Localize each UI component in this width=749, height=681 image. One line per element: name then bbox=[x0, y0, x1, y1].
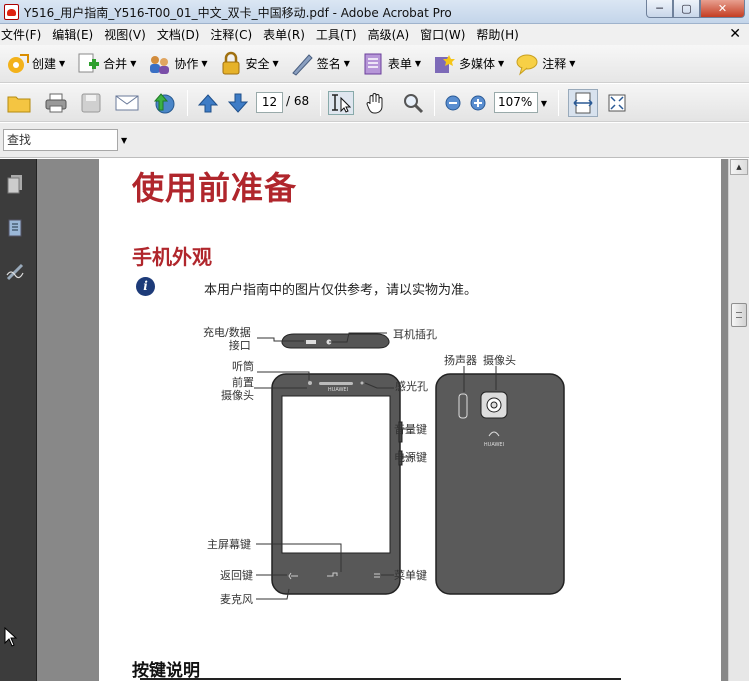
section-heading: 手机外观 bbox=[132, 245, 212, 269]
signatures-panel-icon[interactable] bbox=[6, 261, 24, 283]
window-title: Y516_用户指南_Y516-T00_01_中文_双卡_中国移动.pdf - A… bbox=[24, 6, 452, 20]
select-text-tool-icon[interactable] bbox=[328, 91, 354, 115]
document-close-icon[interactable]: ✕ bbox=[729, 26, 741, 42]
mouse-cursor-icon bbox=[4, 626, 18, 647]
label-speaker: 扬声器 bbox=[444, 354, 477, 367]
acrobat-app-icon[interactable] bbox=[4, 4, 19, 20]
minimize-button[interactable]: ─ bbox=[646, 0, 673, 18]
collaborate-label: 协作 bbox=[174, 57, 199, 71]
menu-forms[interactable]: 表单(R) bbox=[262, 26, 309, 43]
print-icon[interactable] bbox=[43, 91, 69, 115]
comment-label: 注释 bbox=[542, 57, 567, 71]
find-options-dropdown-icon[interactable]: ▼ bbox=[121, 136, 127, 145]
back-brand-text: HUAWEI bbox=[484, 442, 504, 448]
find-bar: 查找 ▼ bbox=[0, 123, 749, 158]
form-icon bbox=[360, 51, 386, 77]
forms-label: 表单 bbox=[387, 57, 412, 71]
combine-button[interactable]: 合并 ▼ bbox=[75, 51, 136, 77]
collaborate-icon bbox=[146, 51, 172, 77]
menu-document[interactable]: 文档(D) bbox=[156, 26, 204, 43]
create-button[interactable]: 创建 ▼ bbox=[4, 51, 65, 77]
find-input[interactable]: 查找 bbox=[3, 129, 118, 151]
label-camera: 摄像头 bbox=[483, 354, 516, 367]
menu-view[interactable]: 视图(V) bbox=[103, 26, 150, 43]
menu-file[interactable]: 文件(F) bbox=[0, 26, 45, 43]
close-button[interactable]: ✕ bbox=[700, 0, 745, 18]
front-brand-text: HUAWEI bbox=[328, 387, 348, 393]
label-microphone: 麦克风 bbox=[220, 593, 253, 606]
combine-label: 合并 bbox=[103, 57, 128, 71]
create-pdf-icon bbox=[4, 51, 30, 77]
info-icon: i bbox=[136, 277, 155, 296]
navigation-pane bbox=[0, 159, 37, 681]
previous-page-icon[interactable] bbox=[195, 91, 221, 115]
pen-icon bbox=[289, 51, 315, 77]
open-folder-icon[interactable] bbox=[6, 91, 32, 115]
task-toolbar: 创建 ▼ 合并 ▼ 协作 ▼ 安全 ▼ 签名 ▼ 表单 ▼ 多媒体 ▼ 注释 ▼ bbox=[0, 45, 749, 83]
menu-tools[interactable]: 工具(T) bbox=[315, 26, 361, 43]
zoom-level-input[interactable]: 107% bbox=[494, 92, 538, 113]
lock-icon bbox=[218, 51, 244, 77]
note-text: 本用户指南中的图片仅供参考，请以实物为准。 bbox=[204, 283, 478, 298]
window-controls: ─ ▢ ✕ bbox=[646, 0, 745, 18]
menu-comments[interactable]: 注释(C) bbox=[209, 26, 256, 43]
menu-window[interactable]: 窗口(W) bbox=[419, 26, 469, 43]
full-screen-icon[interactable] bbox=[604, 91, 630, 115]
label-front-camera: 前置 摄像头 bbox=[221, 376, 254, 402]
page-number-input[interactable]: 12 bbox=[256, 92, 283, 113]
menu-edit[interactable]: 编辑(E) bbox=[51, 26, 97, 43]
collaborate-button[interactable]: 协作 ▼ bbox=[146, 51, 208, 77]
next-page-icon[interactable] bbox=[225, 91, 251, 115]
create-label: 创建 bbox=[32, 57, 57, 71]
label-light-sensor: 感光孔 bbox=[395, 380, 428, 393]
scroll-thumb[interactable] bbox=[731, 303, 747, 327]
label-menu-key: 菜单键 bbox=[394, 569, 427, 582]
zoom-in-icon[interactable] bbox=[465, 91, 491, 115]
label-volume-key: 音量键 bbox=[394, 423, 427, 436]
comment-icon bbox=[514, 51, 540, 77]
pages-panel-icon[interactable] bbox=[6, 173, 24, 195]
hand-tool-icon[interactable] bbox=[362, 91, 388, 115]
secure-label: 安全 bbox=[245, 57, 270, 71]
label-back-key: 返回键 bbox=[220, 569, 253, 582]
marquee-zoom-icon[interactable] bbox=[400, 91, 426, 115]
fit-width-icon[interactable] bbox=[568, 89, 598, 117]
page-heading: 使用前准备 bbox=[132, 169, 298, 207]
menu-help[interactable]: 帮助(H) bbox=[475, 26, 522, 43]
label-charge-port: 充电/数据 接口 bbox=[203, 326, 251, 352]
multimedia-button[interactable]: 多媒体 ▼ bbox=[431, 51, 504, 77]
zoom-out-icon[interactable] bbox=[440, 91, 466, 115]
vertical-scrollbar[interactable]: ▲ bbox=[728, 159, 749, 681]
page-total: / 68 bbox=[286, 94, 310, 108]
comment-button[interactable]: 注释 ▼ bbox=[514, 51, 575, 77]
scroll-up-arrow-icon[interactable]: ▲ bbox=[730, 159, 748, 175]
sign-button[interactable]: 签名 ▼ bbox=[289, 51, 350, 77]
phone-diagram: HUAWEI HUAWEI 充电/数据 接口 耳机插孔 听筒 前置 摄像头 感光… bbox=[199, 324, 599, 624]
upload-share-icon[interactable] bbox=[150, 91, 176, 115]
maximize-button[interactable]: ▢ bbox=[673, 0, 700, 18]
combine-files-icon bbox=[75, 51, 101, 77]
sign-label: 签名 bbox=[316, 57, 341, 71]
label-home-key: 主屏幕键 bbox=[207, 538, 251, 551]
multimedia-label: 多媒体 bbox=[459, 57, 496, 71]
label-headset-jack: 耳机插孔 bbox=[393, 328, 437, 341]
menu-bar: 文件(F) 编辑(E) 视图(V) 文档(D) 注释(C) 表单(R) 工具(T… bbox=[0, 24, 749, 45]
save-icon[interactable] bbox=[78, 91, 104, 115]
document-viewport[interactable]: 使用前准备 手机外观 i 本用户指南中的图片仅供参考，请以实物为准。 HUAWE… bbox=[37, 159, 728, 681]
multimedia-icon bbox=[431, 51, 457, 77]
attachments-panel-icon[interactable] bbox=[6, 217, 24, 239]
secure-button[interactable]: 安全 ▼ bbox=[218, 51, 279, 77]
menu-advanced[interactable]: 高级(A) bbox=[367, 26, 414, 43]
title-bar: Y516_用户指南_Y516-T00_01_中文_双卡_中国移动.pdf - A… bbox=[0, 0, 749, 24]
navigation-toolbar: ▼ bbox=[0, 84, 749, 122]
forms-button[interactable]: 表单 ▼ bbox=[360, 51, 421, 77]
pdf-page: 使用前准备 手机外观 i 本用户指南中的图片仅供参考，请以实物为准。 HUAWE… bbox=[99, 159, 721, 681]
email-icon[interactable] bbox=[114, 91, 140, 115]
zoom-dropdown-icon[interactable]: ▼ bbox=[538, 91, 550, 115]
heading-rule bbox=[140, 678, 621, 680]
label-power-key: 电源键 bbox=[394, 451, 427, 464]
label-earpiece: 听筒 bbox=[232, 360, 254, 373]
